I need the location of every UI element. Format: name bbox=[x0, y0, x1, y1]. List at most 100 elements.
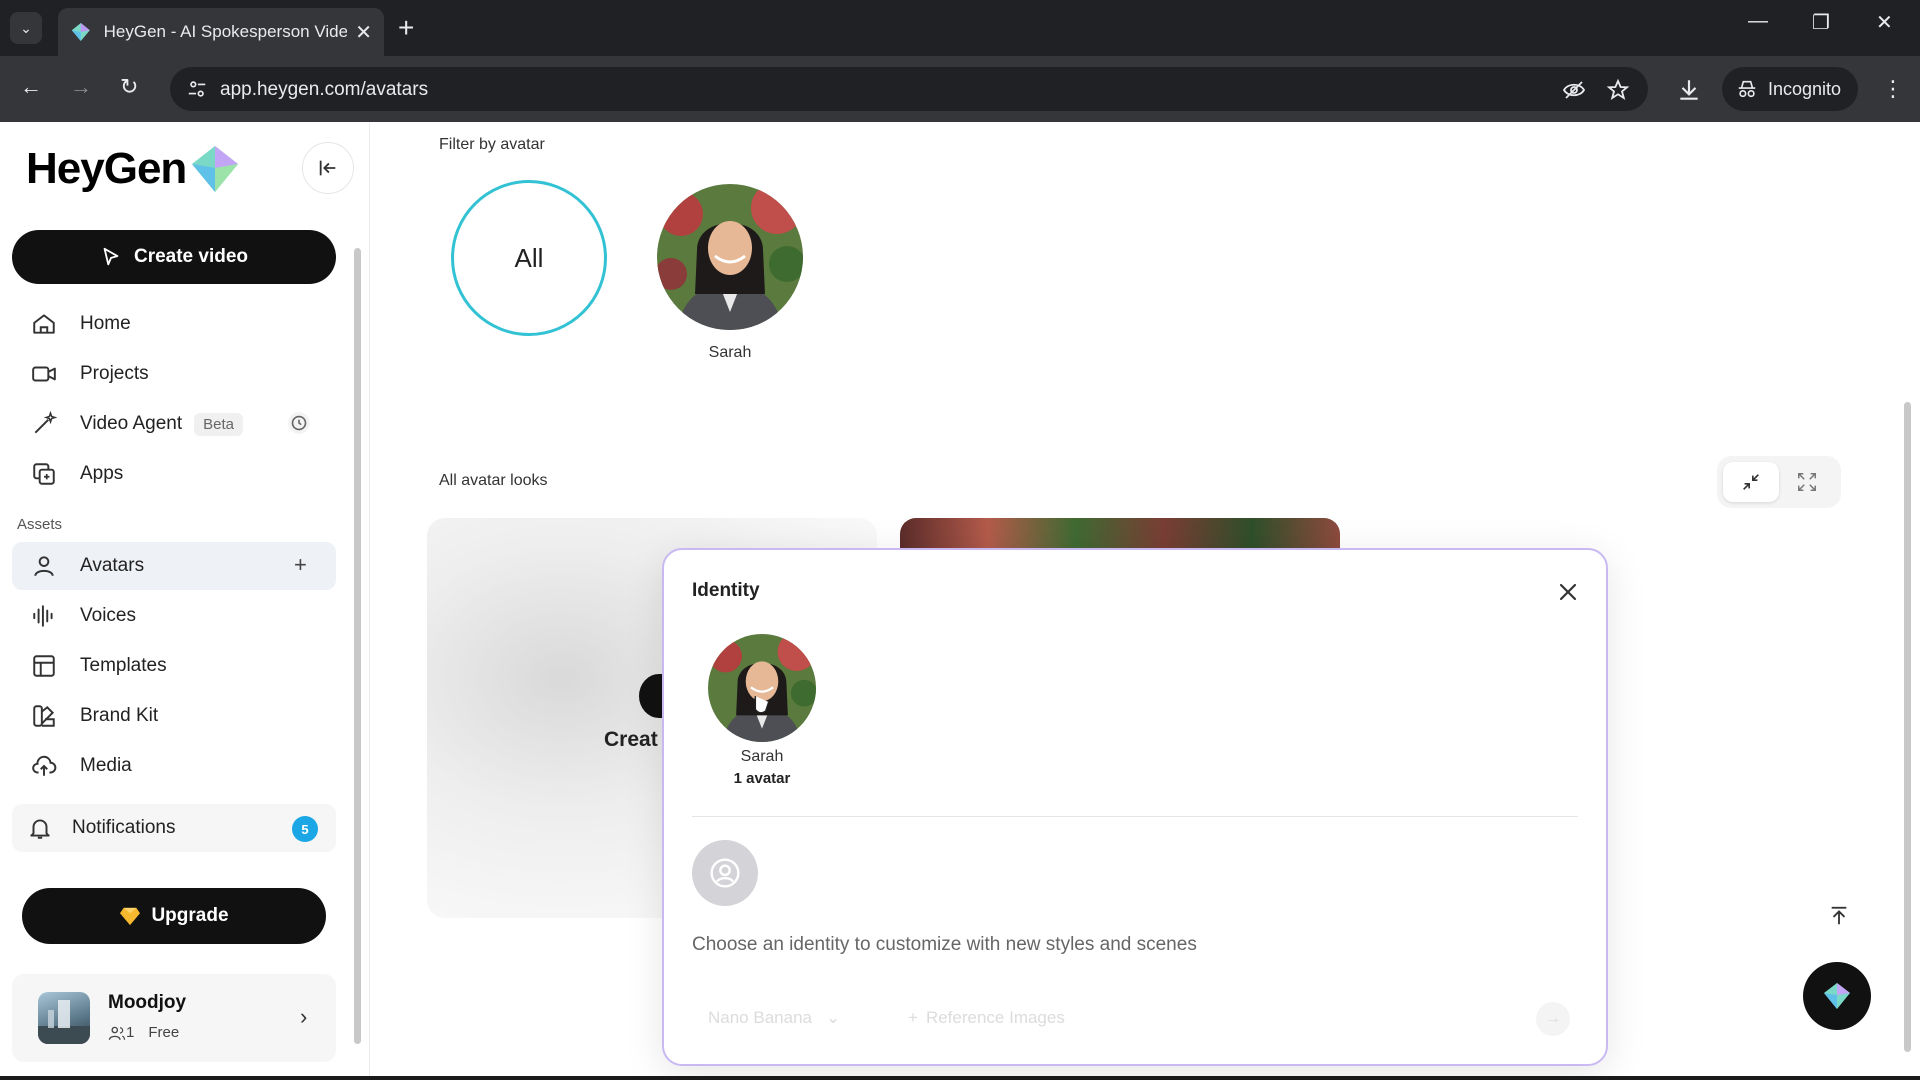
filter-avatar-sarah[interactable] bbox=[657, 184, 803, 330]
create-video-button[interactable]: Create video bbox=[12, 230, 336, 284]
assets-section-label: Assets bbox=[17, 516, 63, 533]
incognito-label: Incognito bbox=[1768, 78, 1842, 99]
sidebar: HeyGen Create video Home Projects Video … bbox=[0, 122, 370, 1080]
upgrade-button[interactable]: Upgrade bbox=[22, 888, 326, 944]
waveform-icon bbox=[30, 602, 58, 630]
create-video-label: Create video bbox=[133, 246, 249, 267]
heygen-logo[interactable]: HeyGen bbox=[26, 144, 240, 194]
identity-hint-text: Choose an identity to customize with new… bbox=[692, 934, 1197, 955]
window-close-icon[interactable]: ✕ bbox=[1876, 10, 1893, 35]
chevron-down-icon: ⌄ bbox=[825, 1008, 841, 1027]
heygen-favicon-icon bbox=[71, 22, 90, 42]
selected-identity-placeholder bbox=[692, 840, 758, 906]
user-circle-icon bbox=[710, 858, 740, 888]
account-switcher[interactable]: Moodjoy 1 Free › bbox=[12, 974, 336, 1062]
scroll-to-top-button[interactable] bbox=[1819, 896, 1859, 936]
view-size-toggle bbox=[1717, 456, 1841, 508]
members-icon bbox=[108, 1026, 126, 1040]
minimize-arrows-icon bbox=[1743, 474, 1759, 490]
filter-by-avatar-label: Filter by avatar bbox=[439, 136, 545, 153]
nav-projects-label: Projects bbox=[80, 363, 149, 384]
logo-text: HeyGen bbox=[26, 144, 187, 193]
eye-off-icon[interactable] bbox=[1562, 78, 1586, 102]
add-avatar-icon[interactable]: + bbox=[294, 552, 307, 578]
nav-projects[interactable]: Projects bbox=[12, 350, 336, 398]
expanded-view-button[interactable] bbox=[1779, 462, 1835, 502]
incognito-icon bbox=[1738, 80, 1756, 98]
nav-voices[interactable]: Voices bbox=[12, 592, 336, 640]
bookmark-star-icon[interactable] bbox=[1606, 78, 1630, 102]
brand-kit-icon bbox=[30, 702, 58, 730]
account-meta: 1 Free bbox=[108, 1024, 179, 1041]
identity-option-sarah[interactable] bbox=[708, 634, 816, 742]
back-icon[interactable]: ← bbox=[20, 74, 42, 100]
filter-avatar-sarah-name: Sarah bbox=[708, 344, 752, 361]
identity-name: Sarah bbox=[740, 748, 784, 765]
sarah-avatar-photo bbox=[657, 184, 803, 330]
modal-divider bbox=[692, 816, 1578, 817]
reload-icon[interactable]: ↻ bbox=[120, 74, 138, 100]
model-selector[interactable]: Nano Banana ⌄ bbox=[708, 1008, 840, 1028]
expand-arrows-icon bbox=[1798, 473, 1816, 491]
nav-apps[interactable]: Apps bbox=[12, 450, 336, 498]
tab-search-button[interactable]: ⌄ bbox=[10, 12, 42, 44]
nav-avatars-label: Avatars bbox=[80, 555, 145, 576]
incognito-indicator[interactable]: Incognito bbox=[1722, 67, 1858, 111]
nav-video-agent-label: Video Agent bbox=[80, 413, 183, 434]
bell-icon bbox=[26, 814, 54, 842]
identity-modal-title: Identity bbox=[692, 580, 760, 601]
url-text: app.heygen.com/avatars bbox=[220, 79, 429, 100]
reference-images-button[interactable]: + Reference Images bbox=[908, 1008, 1065, 1028]
nav-voices-label: Voices bbox=[80, 605, 136, 626]
nav-templates-label: Templates bbox=[80, 655, 167, 676]
arrow-up-to-line-icon bbox=[1831, 906, 1847, 925]
sidebar-scrollbar[interactable] bbox=[352, 234, 362, 1054]
identity-avatar-count: 1 avatar bbox=[733, 770, 791, 787]
browser-toolbar: ← → ↻ app.heygen.com/avatars Incognito ⋮ bbox=[0, 56, 1920, 122]
members-count: 1 bbox=[126, 1024, 135, 1041]
home-icon bbox=[30, 310, 58, 338]
send-button[interactable]: → bbox=[1536, 1002, 1570, 1036]
compact-view-button[interactable] bbox=[1723, 462, 1779, 502]
browser-tab[interactable]: HeyGen - AI Spokesperson Video ✕ bbox=[58, 8, 384, 56]
nav-templates[interactable]: Templates bbox=[12, 642, 336, 690]
site-settings-icon[interactable] bbox=[186, 78, 208, 100]
main-scrollbar[interactable] bbox=[1902, 272, 1912, 1052]
address-bar[interactable]: app.heygen.com/avatars bbox=[170, 67, 1648, 111]
forward-icon[interactable]: → bbox=[70, 74, 92, 100]
nav-video-agent[interactable]: Video Agent Beta bbox=[12, 400, 336, 448]
assistant-button[interactable] bbox=[1803, 962, 1871, 1030]
cloud-upload-icon bbox=[30, 752, 58, 780]
minimize-icon[interactable]: — bbox=[1748, 10, 1768, 33]
video-camera-icon bbox=[30, 360, 58, 388]
collapse-sidebar-button[interactable] bbox=[302, 142, 354, 194]
gem-icon bbox=[120, 907, 141, 926]
filter-all-button[interactable]: All bbox=[451, 180, 607, 336]
history-icon[interactable] bbox=[286, 410, 312, 436]
close-icon[interactable] bbox=[1556, 580, 1580, 604]
sarah-identity-photo bbox=[708, 634, 816, 742]
filter-all-label: All bbox=[514, 242, 544, 273]
tab-close-icon[interactable]: ✕ bbox=[355, 20, 372, 45]
taskbar-edge bbox=[0, 1076, 1920, 1080]
plan-label: Free bbox=[148, 1024, 180, 1041]
nav-home[interactable]: Home bbox=[12, 300, 336, 348]
heygen-logo-mark-icon bbox=[192, 146, 239, 192]
upgrade-label: Upgrade bbox=[151, 905, 229, 926]
nav-media[interactable]: Media bbox=[12, 742, 336, 790]
browser-menu-icon[interactable]: ⋮ bbox=[1882, 76, 1904, 102]
restore-icon[interactable]: ❐ bbox=[1812, 10, 1830, 35]
workspace-avatar bbox=[38, 992, 90, 1044]
download-icon[interactable] bbox=[1676, 77, 1702, 103]
apps-icon bbox=[30, 460, 58, 488]
create-card-label: Creat bbox=[604, 728, 658, 751]
nav-notifications[interactable]: Notifications 5 bbox=[12, 804, 336, 852]
nav-media-label: Media bbox=[80, 755, 132, 776]
nav-avatars[interactable]: Avatars + bbox=[12, 542, 336, 590]
new-tab-button[interactable]: + bbox=[398, 12, 414, 44]
nav-brand-kit-label: Brand Kit bbox=[80, 705, 159, 726]
heygen-assistant-icon bbox=[1824, 983, 1850, 1009]
browser-tab-bar: ⌄ HeyGen - AI Spokesperson Video ✕ + — ❐… bbox=[0, 0, 1920, 56]
nav-home-label: Home bbox=[80, 313, 131, 334]
nav-brand-kit[interactable]: Brand Kit bbox=[12, 692, 336, 740]
